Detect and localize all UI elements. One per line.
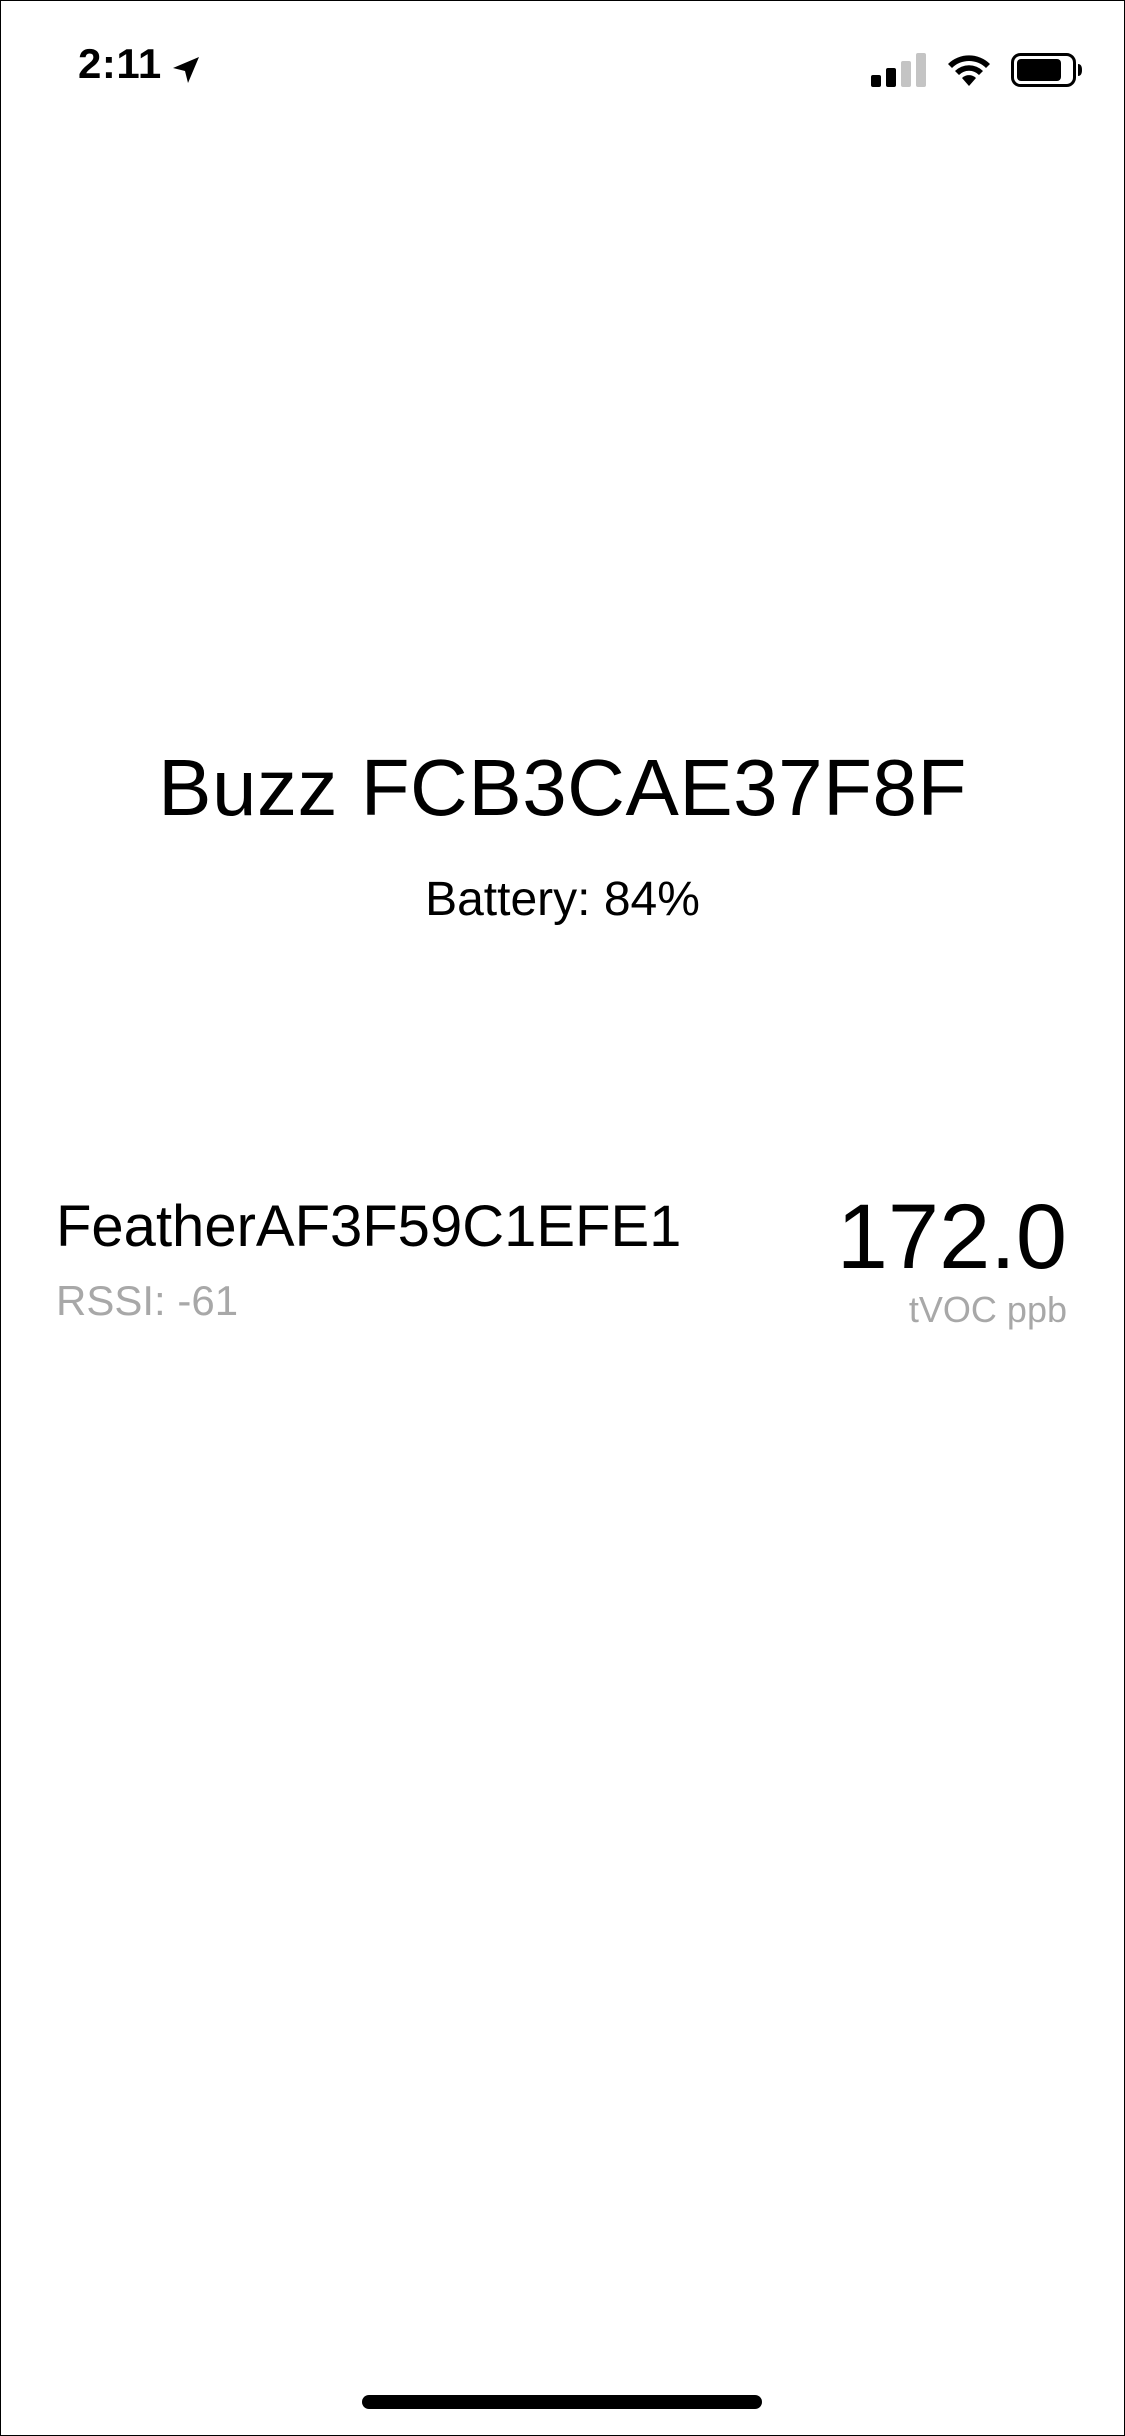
status-icons <box>871 52 1083 93</box>
location-arrow-icon <box>170 48 202 83</box>
wifi-icon <box>945 52 993 93</box>
cellular-signal-icon <box>871 53 927 92</box>
sensor-list-item[interactable]: FeatherAF3F59C1EFE1 RSSI: -61 172.0 tVOC… <box>0 1185 1125 1345</box>
status-time: 2:11 <box>78 40 202 88</box>
sensor-rssi: RSSI: -61 <box>56 1277 239 1324</box>
status-bar: 2:11 <box>0 0 1125 140</box>
device-title: Buzz FCB3CAE37F8F <box>158 743 967 832</box>
home-indicator[interactable] <box>362 2395 762 2409</box>
sensor-reading-unit: tVOC ppb <box>908 1289 1067 1330</box>
battery-icon <box>1011 53 1083 92</box>
battery-level-label: Battery: 84% <box>425 873 700 926</box>
sensor-reading-value: 172.0 <box>836 1186 1067 1288</box>
sensor-name: FeatherAF3F59C1EFE1 <box>56 1194 682 1259</box>
clock-text: 2:11 <box>78 40 162 87</box>
